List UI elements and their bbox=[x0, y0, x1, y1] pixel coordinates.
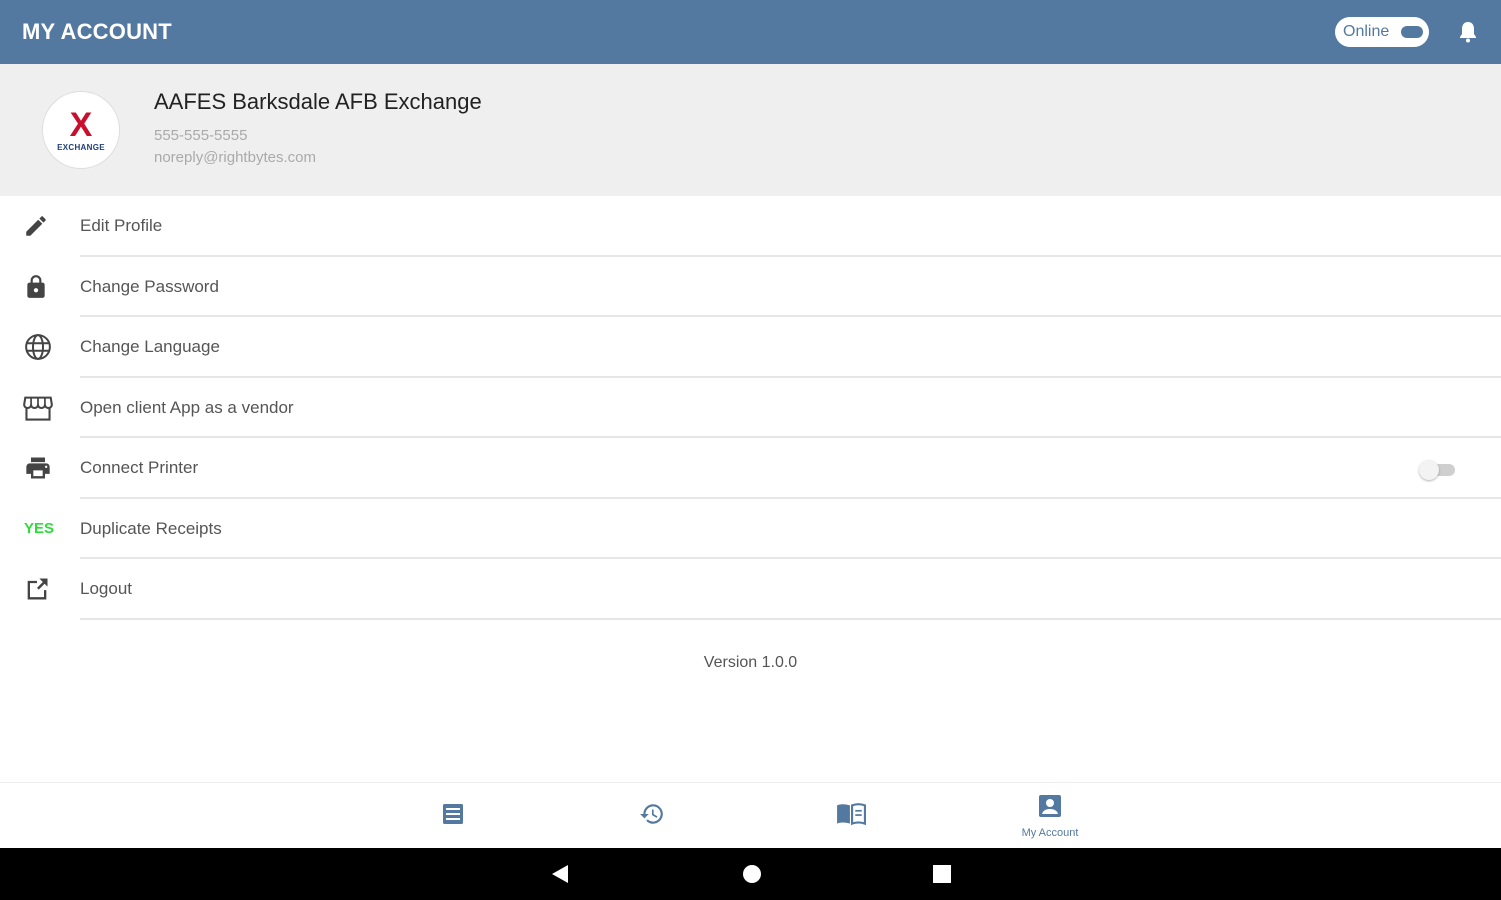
home-icon[interactable] bbox=[732, 848, 772, 900]
app-bar: MY ACCOUNT Online bbox=[0, 0, 1501, 64]
online-status-toggle[interactable]: Online bbox=[1335, 17, 1429, 47]
account-menu: Edit Profile Change Password Change Lang… bbox=[0, 196, 1501, 620]
nav-item-my-account[interactable]: My Account bbox=[990, 783, 1110, 849]
menu-item-label: Edit Profile bbox=[80, 216, 163, 236]
page-title: MY ACCOUNT bbox=[22, 19, 172, 44]
logo-mark: X bbox=[69, 105, 93, 144]
menu-item-open-vendor-app[interactable]: Open client App as a vendor bbox=[0, 378, 1501, 439]
printer-icon bbox=[0, 454, 80, 482]
menu-item-label: Connect Printer bbox=[80, 458, 199, 478]
menu-item-connect-printer[interactable]: Connect Printer bbox=[0, 438, 1501, 499]
yes-label: YES bbox=[24, 520, 55, 538]
nav-item-label: My Account bbox=[1021, 826, 1079, 839]
menu-item-change-password[interactable]: Change Password bbox=[0, 257, 1501, 318]
menu-item-change-language[interactable]: Change Language bbox=[0, 317, 1501, 378]
store-name: AAFES Barksdale AFB Exchange bbox=[154, 88, 482, 114]
system-navigation-bar bbox=[0, 848, 1501, 900]
back-icon[interactable] bbox=[540, 848, 580, 900]
menu-item-label: Change Password bbox=[80, 276, 219, 296]
toggle-indicator bbox=[1401, 26, 1423, 38]
app-version: Version 1.0.0 bbox=[703, 654, 798, 671]
online-status-label: Online bbox=[1343, 23, 1390, 40]
recents-icon[interactable] bbox=[922, 848, 962, 900]
logout-icon bbox=[0, 575, 80, 603]
switch-knob bbox=[1419, 460, 1439, 480]
nav-item-list[interactable] bbox=[393, 783, 513, 849]
profile-header: X EXCHANGE AAFES Barksdale AFB Exchange … bbox=[0, 64, 1501, 196]
nav-item-catalog[interactable] bbox=[791, 783, 911, 849]
history-icon bbox=[639, 801, 665, 832]
bell-icon[interactable] bbox=[1457, 20, 1479, 44]
menu-item-logout[interactable]: Logout bbox=[0, 559, 1501, 620]
store-email: noreply@rightbytes.com bbox=[154, 148, 316, 166]
catalog-icon bbox=[836, 802, 866, 831]
store-logo: X EXCHANGE bbox=[42, 91, 120, 169]
printer-toggle-switch[interactable] bbox=[1419, 460, 1455, 480]
store-icon bbox=[0, 394, 80, 422]
menu-item-duplicate-receipts[interactable]: YES Duplicate Receipts bbox=[0, 499, 1501, 560]
logo-wordmark: EXCHANGE bbox=[57, 142, 105, 152]
account-icon bbox=[1038, 794, 1062, 823]
yes-badge: YES bbox=[0, 520, 80, 537]
globe-icon bbox=[0, 332, 80, 362]
menu-item-label: Change Language bbox=[80, 337, 220, 357]
nav-item-history[interactable] bbox=[592, 783, 712, 849]
menu-item-edit-profile[interactable]: Edit Profile bbox=[0, 196, 1501, 257]
store-phone: 555-555-5555 bbox=[154, 126, 248, 144]
menu-item-label: Duplicate Receipts bbox=[80, 518, 222, 538]
menu-item-label: Open client App as a vendor bbox=[80, 397, 294, 417]
bottom-navigation: My Account bbox=[0, 782, 1501, 848]
list-icon bbox=[441, 802, 465, 831]
pencil-icon bbox=[0, 213, 80, 239]
menu-item-label: Logout bbox=[80, 579, 132, 599]
lock-icon bbox=[0, 274, 80, 300]
